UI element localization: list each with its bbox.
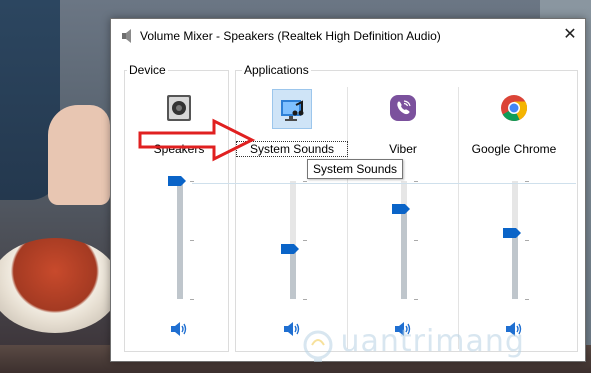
applications-group-label: Applications <box>242 63 311 77</box>
volume-slider[interactable] <box>392 181 418 300</box>
watermark: uantrimang <box>300 324 591 364</box>
volume-mixer-window: Volume Mixer - Speakers (Realtek High De… <box>110 18 586 362</box>
slider-tick <box>303 240 307 241</box>
slider-thumb[interactable] <box>281 244 299 254</box>
slider-tick <box>190 299 194 300</box>
volume-slider[interactable] <box>281 181 307 300</box>
slider-fill <box>512 233 518 299</box>
slider-tick <box>303 181 307 182</box>
title-bar[interactable]: Volume Mixer - Speakers (Realtek High De… <box>111 19 585 53</box>
volume-slider[interactable] <box>503 181 529 300</box>
slider-tick <box>190 240 194 241</box>
slider-tick <box>525 299 529 300</box>
device-group-label: Device <box>127 63 168 77</box>
channel-viber: Viber <box>348 86 458 351</box>
channel-google-chrome: Google Chrome <box>459 86 569 351</box>
system-sounds-icon[interactable] <box>272 89 312 129</box>
slider-fill <box>177 181 183 299</box>
slider-tick <box>525 240 529 241</box>
speaker-app-icon <box>122 29 131 43</box>
lightbulb-icon <box>303 330 333 362</box>
viber-icon[interactable] <box>384 89 422 127</box>
mixer-client-area: Device Applications Speakers System Soun… <box>120 59 578 362</box>
tooltip: System Sounds <box>307 159 404 179</box>
channel-label[interactable]: Google Chrome <box>459 142 569 156</box>
slider-thumb[interactable] <box>392 204 410 214</box>
volume-mute-icon[interactable] <box>283 321 301 337</box>
close-button[interactable]: ✕ <box>555 20 585 50</box>
slider-tick <box>414 240 418 241</box>
channel-label[interactable]: Viber <box>348 142 458 156</box>
slider-thumb[interactable] <box>168 176 186 186</box>
watermark-text: uantrimang <box>340 324 525 359</box>
slider-thumb[interactable] <box>503 228 521 238</box>
annotation-arrow-icon <box>138 118 256 162</box>
window-title: Volume Mixer - Speakers (Realtek High De… <box>140 29 441 43</box>
slider-tick <box>303 299 307 300</box>
slider-tick <box>414 299 418 300</box>
slider-tick <box>190 181 194 182</box>
volume-mute-icon[interactable] <box>170 321 188 337</box>
master-level-line <box>192 183 576 184</box>
slider-fill <box>290 249 296 299</box>
slider-fill <box>401 209 407 299</box>
slider-tick <box>414 181 418 182</box>
slider-tick <box>525 181 529 182</box>
volume-slider[interactable] <box>168 176 194 300</box>
chrome-icon[interactable] <box>495 89 533 127</box>
